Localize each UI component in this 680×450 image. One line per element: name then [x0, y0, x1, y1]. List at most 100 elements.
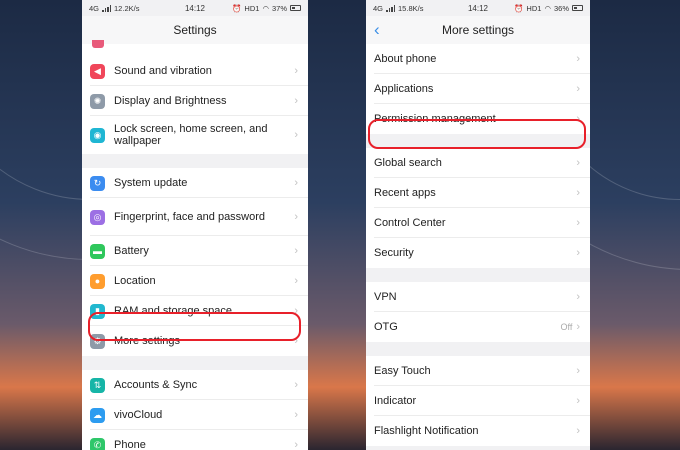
row-label: OTG — [374, 321, 398, 333]
chevron-right-icon: › — [576, 395, 580, 407]
back-icon[interactable]: ‹ — [374, 19, 380, 41]
chevron-right-icon: › — [294, 95, 298, 107]
nav-bar: ‹ More settings — [366, 16, 590, 44]
wifi-icon: ◠ — [544, 3, 551, 13]
row-label: About phone — [374, 53, 437, 65]
row-accounts-sync[interactable]: ⇅ Accounts & Sync › — [82, 370, 308, 400]
row-about-phone[interactable]: About phone › — [366, 44, 590, 74]
row-label: Flashlight Notification — [374, 425, 479, 437]
row-fingerprint-face-and-password[interactable]: ◎ Fingerprint, face and password › — [82, 198, 308, 236]
row-ram-and-storage-space[interactable]: ▮ RAM and storage space › — [82, 296, 308, 326]
row-lock-screen-home-screen-and-wallpaper[interactable]: ◉ Lock screen, home screen, and wallpaper… — [82, 116, 308, 154]
row-recent-apps[interactable]: Recent apps › — [366, 178, 590, 208]
fingerprint-icon: ◎ — [90, 209, 105, 225]
row-easy-touch[interactable]: Easy Touch › — [366, 356, 590, 386]
section-gap — [366, 268, 590, 282]
hd-indicator: HD1 — [526, 3, 542, 13]
battery-percent: 37% — [271, 3, 287, 13]
settings-group: Global search › Recent apps › Control Center… — [366, 148, 590, 268]
row-label: Lock screen, home screen, and wallpaper — [114, 123, 268, 147]
row-permission-management[interactable]: Permission management › — [366, 104, 590, 134]
chevron-right-icon: › — [294, 275, 298, 287]
row-display-and-brightness[interactable]: ✺ Display and Brightness › — [82, 86, 308, 116]
settings-list: ◀ Sound and vibration › ✺ Display and Bright… — [82, 56, 308, 450]
row-flashlight-notification[interactable]: Flashlight Notification › — [366, 416, 590, 446]
row-label: Accounts & Sync — [114, 379, 198, 391]
row-label: Indicator — [374, 395, 417, 407]
row-vpn[interactable]: VPN › — [366, 282, 590, 312]
chevron-right-icon: › — [294, 65, 298, 77]
scrolled-item-stub — [82, 40, 308, 56]
row-label: Display and Brightness — [114, 95, 227, 107]
row-label: Recent apps — [374, 187, 436, 199]
chevron-right-icon: › — [294, 177, 298, 189]
row-label: vivoCloud — [114, 409, 163, 421]
row-label: Global search — [374, 157, 442, 169]
settings-screen: 4G 12.2K/s 14:12 ⏰ HD1 ◠ 37% Settings ◀ S… — [82, 0, 308, 450]
chevron-right-icon: › — [294, 211, 298, 223]
row-sound-and-vibration[interactable]: ◀ Sound and vibration › — [82, 56, 308, 86]
row-label: Easy Touch — [374, 365, 431, 377]
settings-group: About phone › Applications › Permission mana… — [366, 44, 590, 134]
row-more-settings[interactable]: ⚙ More settings › — [82, 326, 308, 356]
chevron-right-icon: › — [576, 217, 580, 229]
row-applications[interactable]: Applications › — [366, 74, 590, 104]
chevron-right-icon: › — [576, 187, 580, 199]
section-gap — [82, 356, 308, 370]
row-location[interactable]: ● Location › — [82, 266, 308, 296]
row-label: Fingerprint, face and password — [114, 211, 266, 223]
cloud-icon: ☁ — [90, 407, 105, 423]
brightness-icon: ✺ — [90, 93, 105, 109]
battery-percent: 36% — [553, 3, 569, 13]
chevron-right-icon: › — [576, 157, 580, 169]
row-label: More settings — [114, 335, 181, 347]
more-settings-icon: ⚙ — [90, 333, 105, 349]
update-icon: ↻ — [90, 175, 105, 191]
battery-status-icon — [572, 5, 583, 11]
row-global-search[interactable]: Global search › — [366, 148, 590, 178]
row-battery[interactable]: ▬ Battery › — [82, 236, 308, 266]
phone-icon: ✆ — [90, 437, 105, 450]
chevron-right-icon: › — [294, 335, 298, 347]
signal-icon — [102, 4, 112, 12]
chevron-right-icon: › — [576, 113, 580, 125]
row-system-update[interactable]: ↻ System update › — [82, 168, 308, 198]
battery-icon: ▬ — [90, 243, 105, 259]
chevron-right-icon: › — [576, 53, 580, 65]
page-title: Settings — [173, 23, 217, 37]
network-speed: 15.8K/s — [398, 3, 424, 13]
row-security[interactable]: Security › — [366, 238, 590, 268]
row-label: Applications — [374, 83, 434, 95]
chevron-right-icon: › — [576, 247, 580, 259]
chevron-right-icon: › — [294, 245, 298, 257]
network-type: 4G — [89, 3, 100, 13]
speaker-icon: ◀ — [90, 63, 105, 79]
chevron-right-icon: › — [576, 425, 580, 437]
row-label: Phone — [114, 439, 146, 450]
row-vivocloud[interactable]: ☁ vivoCloud › — [82, 400, 308, 430]
row-control-center[interactable]: Control Center › — [366, 208, 590, 238]
row-label: RAM and storage space — [114, 305, 233, 317]
location-icon: ● — [90, 273, 105, 289]
wifi-icon: ◠ — [262, 3, 269, 13]
chevron-right-icon: › — [576, 83, 580, 95]
row-phone[interactable]: ✆ Phone › — [82, 430, 308, 450]
row-otg[interactable]: OTG Off › — [366, 312, 590, 342]
alarm-icon: ⏰ — [232, 3, 242, 13]
alarm-icon: ⏰ — [514, 3, 524, 13]
signal-icon — [386, 4, 396, 12]
row-label: Battery — [114, 245, 149, 257]
settings-group: ⇅ Accounts & Sync › ☁ vivoCloud › ✆ Phone › — [82, 370, 308, 450]
settings-group: Easy Touch › Indicator › Flashlight Notifica… — [366, 356, 590, 446]
palette-icon: ◉ — [90, 127, 105, 143]
row-label: Control Center — [374, 217, 446, 229]
chevron-right-icon: › — [294, 439, 298, 450]
section-gap — [366, 134, 590, 148]
settings-group: ↻ System update › ◎ Fingerprint, face and pa… — [82, 168, 308, 356]
section-gap — [82, 154, 308, 168]
chevron-right-icon: › — [294, 129, 298, 141]
page-title: More settings — [441, 23, 515, 37]
row-indicator[interactable]: Indicator › — [366, 386, 590, 416]
chevron-right-icon: › — [576, 365, 580, 377]
hd-indicator: HD1 — [244, 3, 260, 13]
